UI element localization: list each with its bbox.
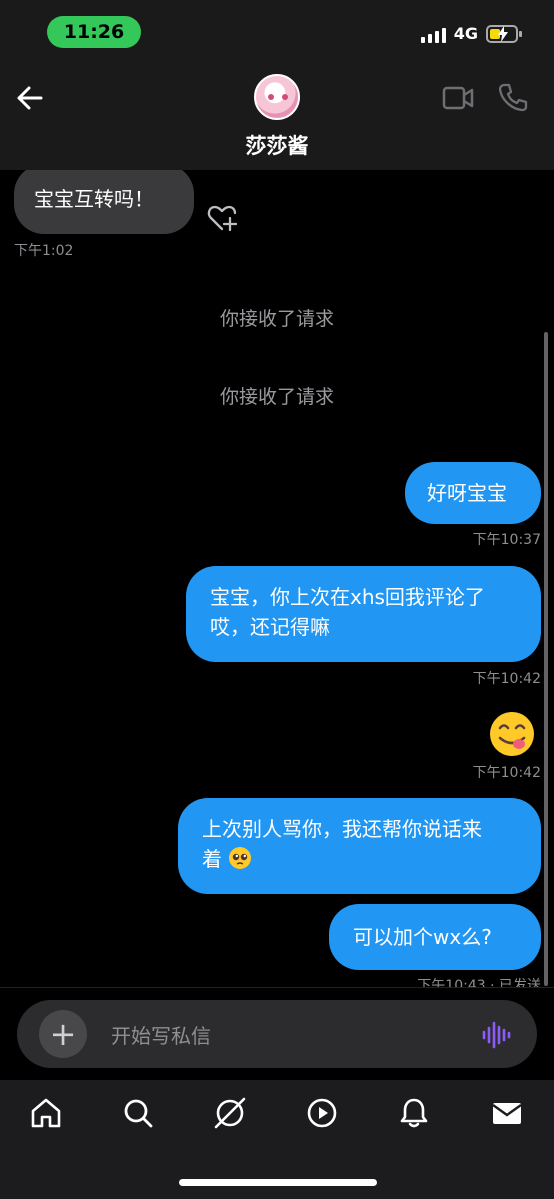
phone-icon[interactable] [498, 82, 528, 112]
scrollbar[interactable] [544, 332, 548, 986]
add-attachment-button[interactable]: + [39, 1010, 87, 1058]
status-bar: 11:26 4G [0, 0, 554, 62]
divider [0, 987, 554, 988]
signal-icon [420, 25, 446, 43]
message-time: 下午10:42 [472, 671, 541, 687]
message-input[interactable]: 开始写私信 [111, 1020, 211, 1049]
message-bubble-outgoing[interactable]: 上次别人骂你，我还帮你说话来 着 [178, 798, 541, 894]
home-icon[interactable] [29, 1096, 63, 1130]
heart-add-icon[interactable] [206, 203, 238, 233]
network-type: 4G [453, 24, 478, 43]
mail-icon[interactable] [490, 1096, 524, 1130]
pleading-emoji-icon [229, 847, 252, 869]
chat-header: 莎莎酱 [0, 62, 554, 170]
system-notice: 你接收了请求 [219, 386, 334, 408]
system-notice: 你接收了请求 [219, 308, 334, 330]
back-arrow-icon[interactable] [14, 82, 46, 114]
status-time: 11:26 [47, 16, 141, 48]
voice-message-icon[interactable] [481, 1020, 511, 1050]
message-text: 宝宝，你上次在xhs回我评论了 [210, 585, 485, 609]
message-text: 上次别人骂你，我还帮你说话来 [202, 817, 482, 841]
message-time: 下午10:37 [472, 532, 541, 548]
message-bubble-outgoing[interactable]: 可以加个wx么? [329, 904, 541, 970]
bell-icon[interactable] [397, 1096, 431, 1130]
battery-icon [486, 24, 522, 43]
message-composer[interactable]: + 开始写私信 [17, 1000, 537, 1068]
home-indicator[interactable] [179, 1179, 377, 1186]
message-bubble-incoming[interactable]: 宝宝互转吗！ [14, 170, 194, 234]
search-icon[interactable] [121, 1096, 155, 1130]
contact-name[interactable]: 莎莎酱 [0, 130, 554, 160]
avatar[interactable] [254, 74, 300, 120]
message-time: 下午1:02 [14, 243, 74, 259]
message-time: 下午10:42 [472, 765, 541, 781]
message-text: 哎，还记得嘛 [210, 615, 330, 639]
explore-icon[interactable] [213, 1096, 247, 1130]
message-bubble-outgoing[interactable]: 好呀宝宝 [405, 462, 541, 524]
message-bubble-outgoing[interactable]: 宝宝，你上次在xhs回我评论了 哎，还记得嘛 [186, 566, 541, 662]
status-indicators: 4G [420, 24, 522, 43]
message-list[interactable]: 宝宝互转吗！ 下午1:02 你接收了请求 你接收了请求 好呀宝宝 下午10:37… [0, 170, 554, 988]
yum-emoji-icon[interactable] [488, 710, 536, 758]
video-call-icon[interactable] [442, 84, 474, 112]
video-icon[interactable] [305, 1096, 339, 1130]
message-text: 着 [202, 844, 521, 874]
